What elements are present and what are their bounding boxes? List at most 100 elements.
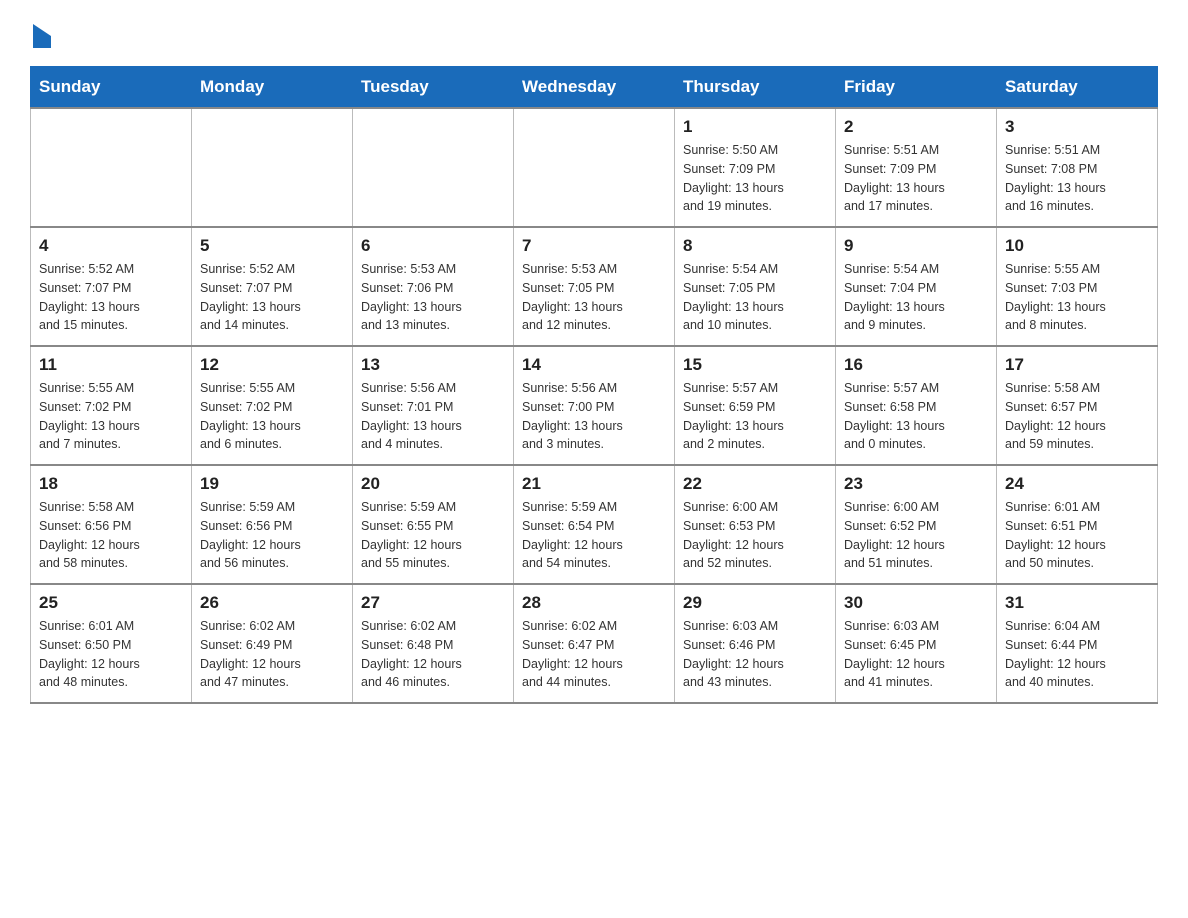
day-number: 29 bbox=[683, 593, 827, 613]
col-header-saturday: Saturday bbox=[997, 67, 1158, 109]
calendar-cell: 23Sunrise: 6:00 AM Sunset: 6:52 PM Dayli… bbox=[836, 465, 997, 584]
calendar-cell bbox=[192, 108, 353, 227]
calendar-cell: 19 Sunrise: 5:59 AM Sunset: 6:56 PM Dayli… bbox=[192, 465, 353, 584]
day-number: 25 bbox=[39, 593, 183, 613]
day-info: Sunrise: 5:59 AM Sunset: 6:56 PM Dayligh… bbox=[200, 498, 344, 573]
day-info: Sunrise: 5:57 AM Sunset: 6:59 PM Dayligh… bbox=[683, 379, 827, 454]
day-number: 8 bbox=[683, 236, 827, 256]
day-info: Sunrise: 6:02 AM Sunset: 6:48 PM Dayligh… bbox=[361, 617, 505, 692]
calendar-cell: 1 Sunrise: 5:50 AM Sunset: 7:09 PM Daylig… bbox=[675, 108, 836, 227]
day-info: Sunrise: 5:56 AM Sunset: 7:01 PM Dayligh… bbox=[361, 379, 505, 454]
day-number: 15 bbox=[683, 355, 827, 375]
col-header-friday: Friday bbox=[836, 67, 997, 109]
day-info: Sunrise: 5:52 AM Sunset: 7:07 PM Dayligh… bbox=[200, 260, 344, 335]
calendar-cell: 18Sunrise: 5:58 AM Sunset: 6:56 PM Dayli… bbox=[31, 465, 192, 584]
calendar-cell: 24 Sunrise: 6:01 AM Sunset: 6:51 PM Dayli… bbox=[997, 465, 1158, 584]
day-number: 2 bbox=[844, 117, 988, 137]
col-header-thursday: Thursday bbox=[675, 67, 836, 109]
calendar-cell: 16 Sunrise: 5:57 AM Sunset: 6:58 PM Dayli… bbox=[836, 346, 997, 465]
day-info: Sunrise: 5:51 AM Sunset: 7:08 PM Dayligh… bbox=[1005, 141, 1149, 216]
calendar-cell: 30 Sunrise: 6:03 AM Sunset: 6:45 PM Dayli… bbox=[836, 584, 997, 703]
day-number: 1 bbox=[683, 117, 827, 137]
calendar-cell: 27 Sunrise: 6:02 AM Sunset: 6:48 PM Dayli… bbox=[353, 584, 514, 703]
day-info: Sunrise: 5:53 AM Sunset: 7:06 PM Dayligh… bbox=[361, 260, 505, 335]
calendar-week-row: 18Sunrise: 5:58 AM Sunset: 6:56 PM Dayli… bbox=[31, 465, 1158, 584]
calendar-cell: 9 Sunrise: 5:54 AM Sunset: 7:04 PM Daylig… bbox=[836, 227, 997, 346]
day-number: 27 bbox=[361, 593, 505, 613]
calendar-header-row: SundayMondayTuesdayWednesdayThursdayFrid… bbox=[31, 67, 1158, 109]
col-header-monday: Monday bbox=[192, 67, 353, 109]
calendar-cell: 15 Sunrise: 5:57 AM Sunset: 6:59 PM Dayli… bbox=[675, 346, 836, 465]
day-info: Sunrise: 6:01 AM Sunset: 6:51 PM Dayligh… bbox=[1005, 498, 1149, 573]
calendar-cell bbox=[353, 108, 514, 227]
calendar-cell: 31 Sunrise: 6:04 AM Sunset: 6:44 PM Dayli… bbox=[997, 584, 1158, 703]
day-number: 26 bbox=[200, 593, 344, 613]
calendar-cell: 25 Sunrise: 6:01 AM Sunset: 6:50 PM Dayli… bbox=[31, 584, 192, 703]
day-info: Sunrise: 5:54 AM Sunset: 7:04 PM Dayligh… bbox=[844, 260, 988, 335]
calendar-table: SundayMondayTuesdayWednesdayThursdayFrid… bbox=[30, 66, 1158, 704]
calendar-cell: 8 Sunrise: 5:54 AM Sunset: 7:05 PM Daylig… bbox=[675, 227, 836, 346]
day-number: 7 bbox=[522, 236, 666, 256]
day-info: Sunrise: 5:58 AM Sunset: 6:57 PM Dayligh… bbox=[1005, 379, 1149, 454]
day-number: 28 bbox=[522, 593, 666, 613]
calendar-cell: 13 Sunrise: 5:56 AM Sunset: 7:01 PM Dayli… bbox=[353, 346, 514, 465]
day-number: 9 bbox=[844, 236, 988, 256]
day-number: 21 bbox=[522, 474, 666, 494]
calendar-cell: 6 Sunrise: 5:53 AM Sunset: 7:06 PM Daylig… bbox=[353, 227, 514, 346]
calendar-cell: 5 Sunrise: 5:52 AM Sunset: 7:07 PM Daylig… bbox=[192, 227, 353, 346]
day-info: Sunrise: 6:02 AM Sunset: 6:49 PM Dayligh… bbox=[200, 617, 344, 692]
day-number: 20 bbox=[361, 474, 505, 494]
day-number: 10 bbox=[1005, 236, 1149, 256]
day-number: 14 bbox=[522, 355, 666, 375]
calendar-week-row: 4 Sunrise: 5:52 AM Sunset: 7:07 PM Daylig… bbox=[31, 227, 1158, 346]
day-number: 5 bbox=[200, 236, 344, 256]
day-info: Sunrise: 5:59 AM Sunset: 6:54 PM Dayligh… bbox=[522, 498, 666, 573]
day-info: Sunrise: 5:53 AM Sunset: 7:05 PM Dayligh… bbox=[522, 260, 666, 335]
day-number: 11 bbox=[39, 355, 183, 375]
day-number: 13 bbox=[361, 355, 505, 375]
calendar-cell: 2Sunrise: 5:51 AM Sunset: 7:09 PM Daylig… bbox=[836, 108, 997, 227]
day-number: 30 bbox=[844, 593, 988, 613]
day-number: 12 bbox=[200, 355, 344, 375]
calendar-cell: 21 Sunrise: 5:59 AM Sunset: 6:54 PM Dayli… bbox=[514, 465, 675, 584]
day-number: 17 bbox=[1005, 355, 1149, 375]
day-info: Sunrise: 5:54 AM Sunset: 7:05 PM Dayligh… bbox=[683, 260, 827, 335]
day-number: 4 bbox=[39, 236, 183, 256]
day-number: 23 bbox=[844, 474, 988, 494]
col-header-sunday: Sunday bbox=[31, 67, 192, 109]
day-number: 24 bbox=[1005, 474, 1149, 494]
day-info: Sunrise: 5:55 AM Sunset: 7:02 PM Dayligh… bbox=[200, 379, 344, 454]
day-info: Sunrise: 6:03 AM Sunset: 6:45 PM Dayligh… bbox=[844, 617, 988, 692]
day-info: Sunrise: 5:55 AM Sunset: 7:02 PM Dayligh… bbox=[39, 379, 183, 454]
day-number: 22 bbox=[683, 474, 827, 494]
day-info: Sunrise: 6:04 AM Sunset: 6:44 PM Dayligh… bbox=[1005, 617, 1149, 692]
calendar-cell: 26 Sunrise: 6:02 AM Sunset: 6:49 PM Dayli… bbox=[192, 584, 353, 703]
day-info: Sunrise: 5:50 AM Sunset: 7:09 PM Dayligh… bbox=[683, 141, 827, 216]
calendar-cell: 22 Sunrise: 6:00 AM Sunset: 6:53 PM Dayli… bbox=[675, 465, 836, 584]
day-info: Sunrise: 6:01 AM Sunset: 6:50 PM Dayligh… bbox=[39, 617, 183, 692]
day-info: Sunrise: 5:57 AM Sunset: 6:58 PM Dayligh… bbox=[844, 379, 988, 454]
day-number: 6 bbox=[361, 236, 505, 256]
calendar-cell: 4 Sunrise: 5:52 AM Sunset: 7:07 PM Daylig… bbox=[31, 227, 192, 346]
calendar-week-row: 11 Sunrise: 5:55 AM Sunset: 7:02 PM Dayli… bbox=[31, 346, 1158, 465]
calendar-cell: 10 Sunrise: 5:55 AM Sunset: 7:03 PM Dayli… bbox=[997, 227, 1158, 346]
day-info: Sunrise: 6:03 AM Sunset: 6:46 PM Dayligh… bbox=[683, 617, 827, 692]
day-info: Sunrise: 5:59 AM Sunset: 6:55 PM Dayligh… bbox=[361, 498, 505, 573]
day-number: 19 bbox=[200, 474, 344, 494]
day-info: Sunrise: 5:55 AM Sunset: 7:03 PM Dayligh… bbox=[1005, 260, 1149, 335]
calendar-cell: 20 Sunrise: 5:59 AM Sunset: 6:55 PM Dayli… bbox=[353, 465, 514, 584]
calendar-cell: 29 Sunrise: 6:03 AM Sunset: 6:46 PM Dayli… bbox=[675, 584, 836, 703]
calendar-cell: 14Sunrise: 5:56 AM Sunset: 7:00 PM Dayli… bbox=[514, 346, 675, 465]
day-number: 16 bbox=[844, 355, 988, 375]
logo-triangle-icon bbox=[33, 24, 51, 48]
calendar-cell: 28Sunrise: 6:02 AM Sunset: 6:47 PM Dayli… bbox=[514, 584, 675, 703]
page-header bbox=[30, 20, 1158, 48]
day-number: 31 bbox=[1005, 593, 1149, 613]
calendar-cell: 11 Sunrise: 5:55 AM Sunset: 7:02 PM Dayli… bbox=[31, 346, 192, 465]
day-info: Sunrise: 6:00 AM Sunset: 6:53 PM Dayligh… bbox=[683, 498, 827, 573]
day-info: Sunrise: 5:52 AM Sunset: 7:07 PM Dayligh… bbox=[39, 260, 183, 335]
calendar-cell bbox=[31, 108, 192, 227]
calendar-cell: 12 Sunrise: 5:55 AM Sunset: 7:02 PM Dayli… bbox=[192, 346, 353, 465]
calendar-cell: 17 Sunrise: 5:58 AM Sunset: 6:57 PM Dayli… bbox=[997, 346, 1158, 465]
calendar-week-row: 25 Sunrise: 6:01 AM Sunset: 6:50 PM Dayli… bbox=[31, 584, 1158, 703]
